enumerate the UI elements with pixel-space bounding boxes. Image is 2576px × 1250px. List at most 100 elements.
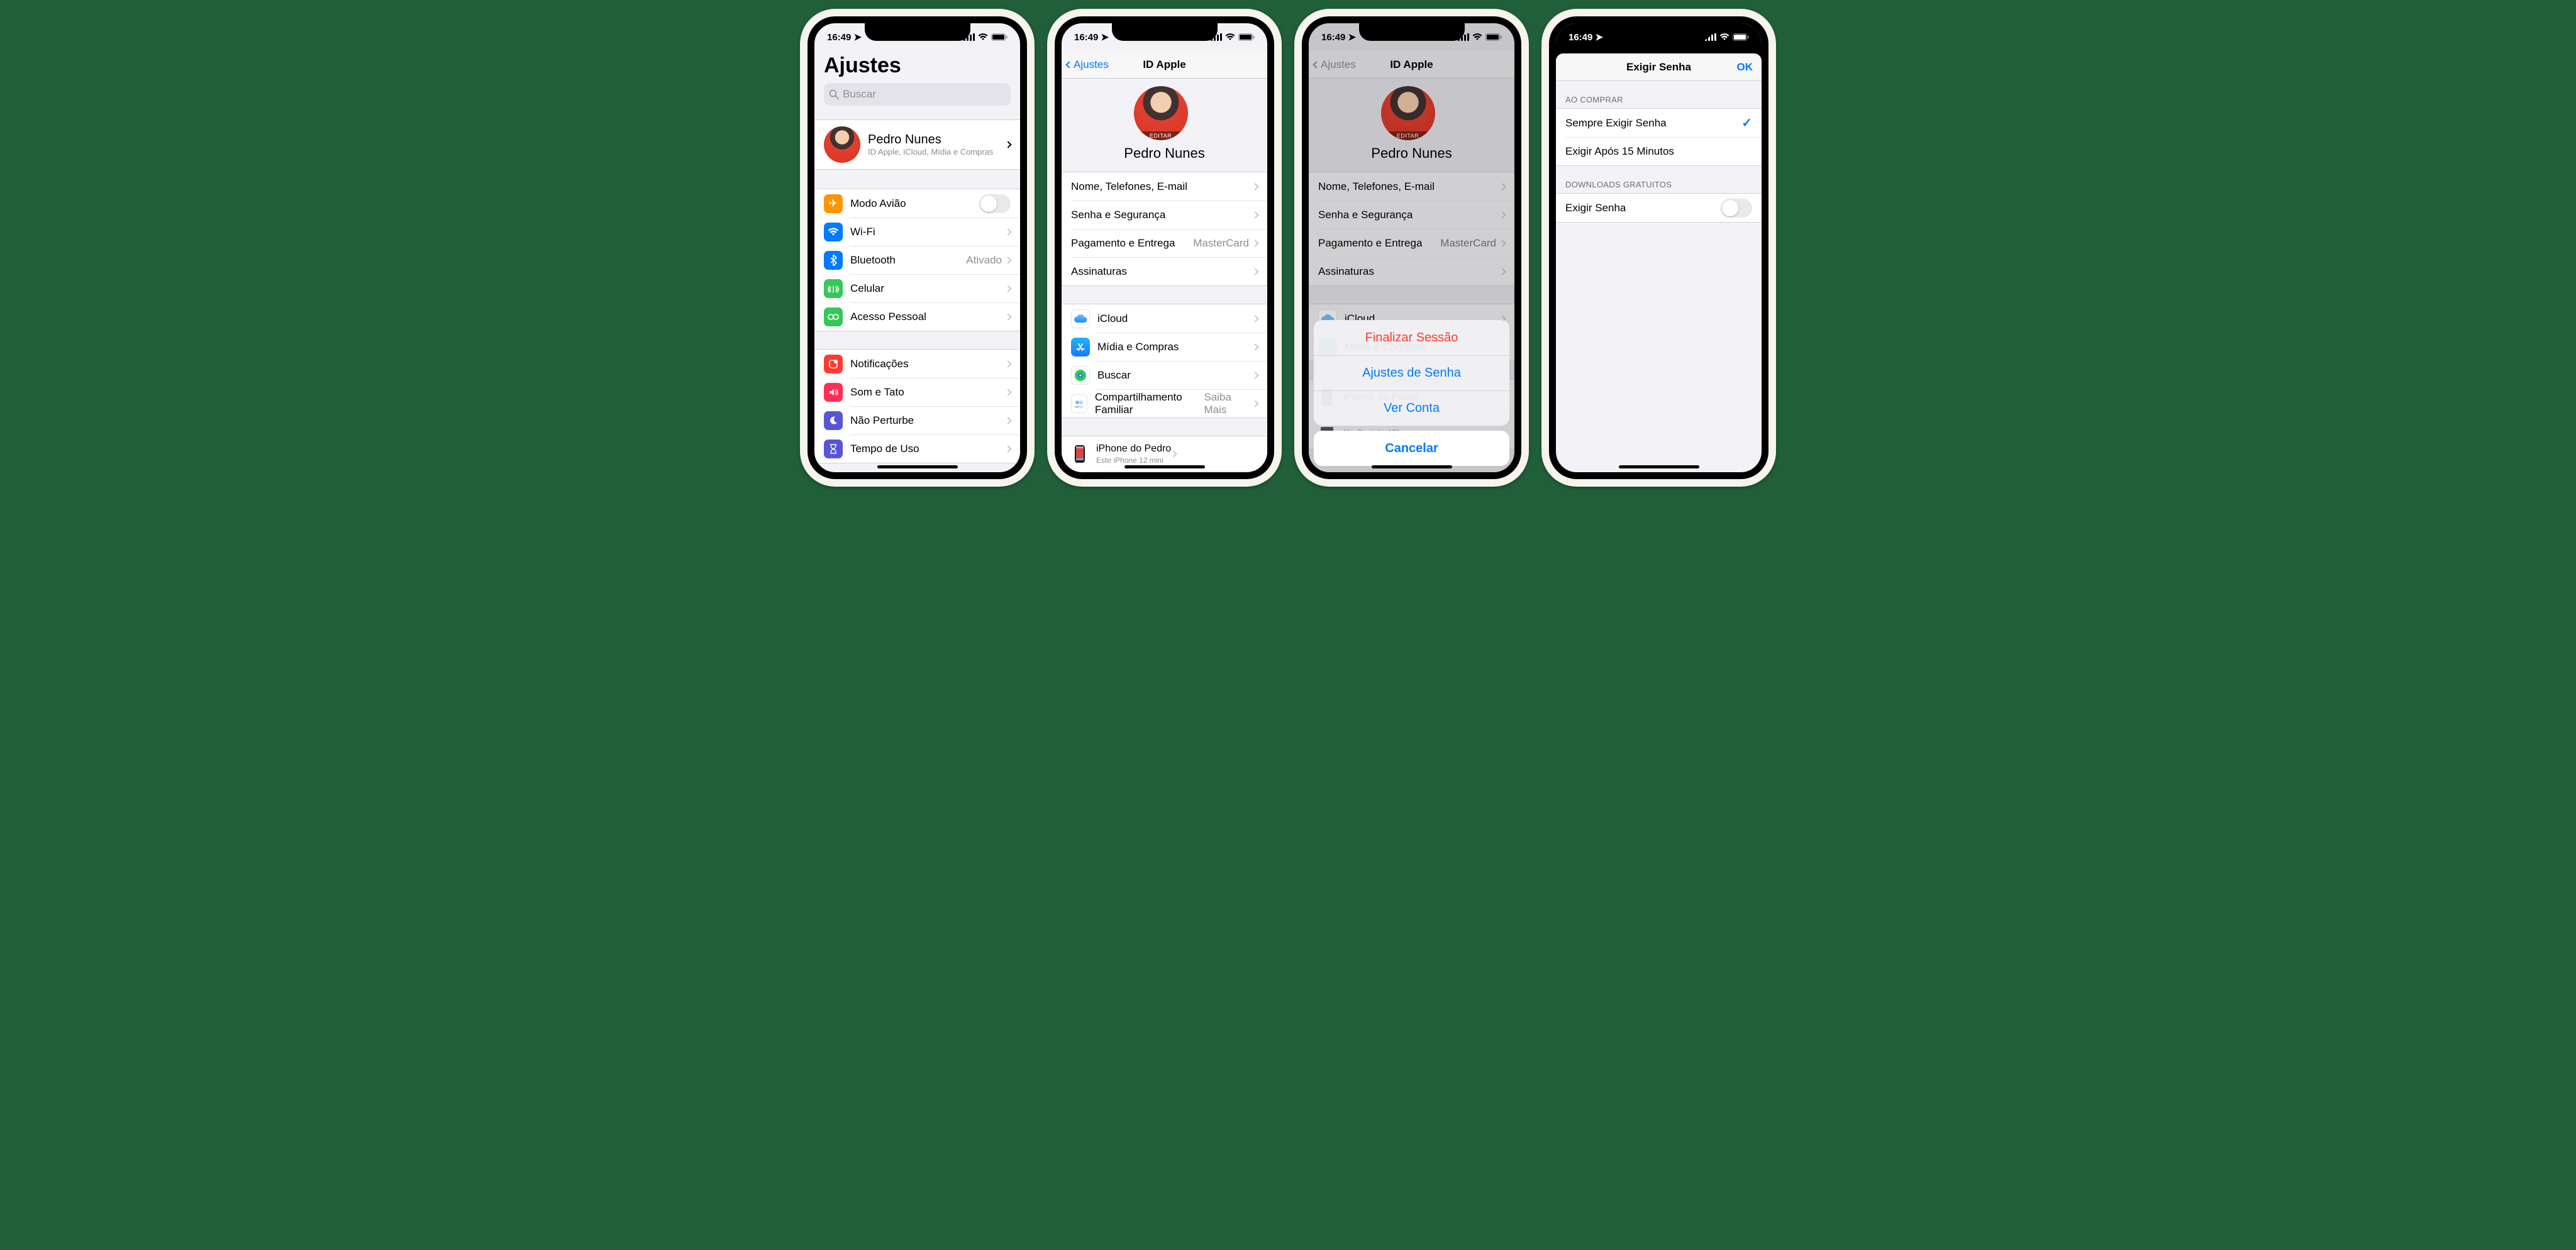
sheet-cancel[interactable]: Cancelar — [1314, 431, 1509, 466]
cell-airplane[interactable]: ✈ Modo Avião — [814, 189, 1020, 218]
sheet-view-account[interactable]: Ver Conta — [1314, 390, 1509, 426]
cell-findmy[interactable]: Buscar — [1062, 361, 1267, 389]
screen-require-password: 16:49 ➤ Exigir Senha OK Ao Comprar Sempr… — [1549, 16, 1768, 479]
notifications-icon — [824, 355, 843, 373]
edit-badge[interactable]: EDITAR — [1134, 131, 1188, 140]
page-title: Ajustes — [814, 51, 1020, 83]
cell-always-require[interactable]: Sempre Exigir Senha ✓ — [1556, 109, 1762, 137]
screen-apple-id: 16:49 ➤ Ajustes ID Apple EDITAR — [1055, 16, 1274, 479]
home-indicator[interactable] — [1619, 465, 1699, 468]
notch — [1112, 23, 1218, 41]
moon-icon — [824, 411, 843, 430]
cell-family-sharing[interactable]: Compartilhamento Familiar Saiba Mais — [1062, 389, 1267, 418]
back-button[interactable]: Ajustes — [1067, 58, 1109, 71]
chevron-right-icon — [1006, 255, 1011, 266]
phone-4: 16:49 ➤ Exigir Senha OK Ao Comprar Sempr… — [1541, 9, 1776, 487]
sheet-signout[interactable]: Finalizar Sessão — [1314, 320, 1509, 355]
require-toggle[interactable] — [1721, 199, 1752, 218]
home-indicator[interactable] — [1124, 465, 1205, 468]
profile-name: Pedro Nunes — [868, 133, 1006, 147]
group-account: Nome, Telefones, E-mail Senha e Seguranç… — [1062, 172, 1267, 286]
hotspot-icon — [824, 307, 843, 326]
section-header-freedl: Downloads Gratuitos — [1556, 166, 1762, 193]
cell-password-security[interactable]: Senha e Segurança — [1062, 201, 1267, 229]
search-icon — [829, 89, 839, 99]
group-connectivity: ✈ Modo Avião Wi-Fi — [814, 189, 1020, 331]
screen-apple-id-actionsheet: 16:49 ➤ Ajustes ID Apple EDITAR — [1302, 16, 1521, 479]
chevron-right-icon — [1006, 283, 1011, 294]
cell-require-15min[interactable]: Exigir Após 15 Minutos — [1556, 137, 1762, 165]
airplane-toggle[interactable] — [979, 194, 1011, 213]
battery-icon — [991, 33, 1008, 41]
cell-notifications[interactable]: Notificações — [814, 350, 1020, 378]
home-indicator[interactable] — [877, 465, 958, 468]
hourglass-icon — [824, 440, 843, 458]
clock: 16:49 — [1074, 32, 1098, 43]
done-button[interactable]: OK — [1737, 61, 1753, 74]
cell-icloud[interactable]: iCloud — [1062, 304, 1267, 333]
iphone-icon — [1071, 443, 1089, 465]
group-alerts: Notificações Som e Tato — [814, 349, 1020, 463]
wifi-icon — [1719, 33, 1729, 41]
search-input[interactable]: Buscar — [824, 83, 1011, 106]
payment-value: MasterCard — [1193, 237, 1249, 250]
location-icon: ➤ — [1101, 32, 1109, 43]
chevron-right-icon — [1006, 311, 1011, 323]
section-header-purchase: Ao Comprar — [1556, 81, 1762, 108]
chevron-right-icon — [1006, 139, 1011, 150]
cell-hotspot[interactable]: Acesso Pessoal — [814, 302, 1020, 331]
chevron-right-icon — [1006, 226, 1011, 238]
battery-icon — [1238, 33, 1255, 41]
home-indicator[interactable] — [1372, 465, 1452, 468]
cell-name-phone-email[interactable]: Nome, Telefones, E-mail — [1062, 172, 1267, 201]
family-value: Saiba Mais — [1204, 391, 1249, 416]
cell-media-purchases[interactable]: Mídia e Compras — [1062, 333, 1267, 361]
group-services: iCloud Mídia e Compras B — [1062, 304, 1267, 418]
screen-settings-root: 16:49 ➤ Ajustes Buscar Pedro Nunes — [808, 16, 1027, 479]
device-sub: Este iPhone 12 mini — [1096, 456, 1171, 465]
apple-id-row[interactable]: Pedro Nunes ID Apple, iCloud, Mídia e Co… — [814, 119, 1020, 170]
chevron-right-icon — [1006, 387, 1011, 398]
profile-sub: ID Apple, iCloud, Mídia e Compras — [868, 147, 1006, 157]
action-sheet: Finalizar Sessão Ajustes de Senha Ver Co… — [1314, 320, 1509, 466]
location-icon: ➤ — [1596, 32, 1604, 43]
phone-2: 16:49 ➤ Ajustes ID Apple EDITAR — [1047, 9, 1282, 487]
search-placeholder: Buscar — [843, 88, 876, 101]
cell-require-password-toggle[interactable]: Exigir Senha — [1556, 194, 1762, 222]
bluetooth-icon — [824, 251, 843, 270]
clock: 16:49 — [827, 32, 851, 43]
group-purchase: Sempre Exigir Senha ✓ Exigir Após 15 Min… — [1556, 108, 1762, 166]
nav-title: Exigir Senha — [1626, 61, 1691, 74]
avatar[interactable]: EDITAR — [1134, 86, 1188, 140]
nav-title: ID Apple — [1143, 58, 1185, 71]
cell-bluetooth[interactable]: Bluetooth Ativado — [814, 246, 1020, 274]
cell-cellular[interactable]: Celular — [814, 274, 1020, 302]
navbar: Exigir Senha OK — [1556, 53, 1762, 81]
cell-payment-shipping[interactable]: Pagamento e Entrega MasterCard — [1062, 229, 1267, 257]
appstore-icon — [1071, 338, 1090, 357]
sheet-password-settings[interactable]: Ajustes de Senha — [1314, 355, 1509, 390]
bluetooth-value: Ativado — [966, 254, 1002, 267]
navbar: Ajustes ID Apple — [1062, 51, 1267, 79]
cell-dnd[interactable]: Não Perturbe — [814, 406, 1020, 434]
avatar — [824, 126, 860, 163]
sounds-icon — [824, 383, 843, 402]
profile-name: Pedro Nunes — [1124, 145, 1204, 162]
cell-wifi[interactable]: Wi-Fi — [814, 218, 1020, 246]
cell-screentime[interactable]: Tempo de Uso — [814, 434, 1020, 463]
cell-subscriptions[interactable]: Assinaturas — [1062, 257, 1267, 285]
notch — [865, 23, 970, 41]
device-row-macbook[interactable]: MacBook Air do Pedro MacBook Air 13" — [1062, 471, 1267, 472]
wifi-icon — [978, 33, 988, 41]
profile-hero: EDITAR Pedro Nunes — [1062, 79, 1267, 172]
notch — [1606, 23, 1712, 41]
antenna-icon — [824, 279, 843, 298]
checkmark-icon: ✓ — [1741, 115, 1752, 131]
modal-sheet: Exigir Senha OK Ao Comprar Sempre Exigir… — [1556, 53, 1762, 472]
cell-sounds[interactable]: Som e Tato — [814, 378, 1020, 406]
battery-icon — [1733, 33, 1749, 41]
chevron-right-icon — [1006, 358, 1011, 370]
group-freedl: Exigir Senha — [1556, 193, 1762, 223]
location-icon: ➤ — [854, 32, 862, 43]
family-icon — [1071, 394, 1087, 413]
